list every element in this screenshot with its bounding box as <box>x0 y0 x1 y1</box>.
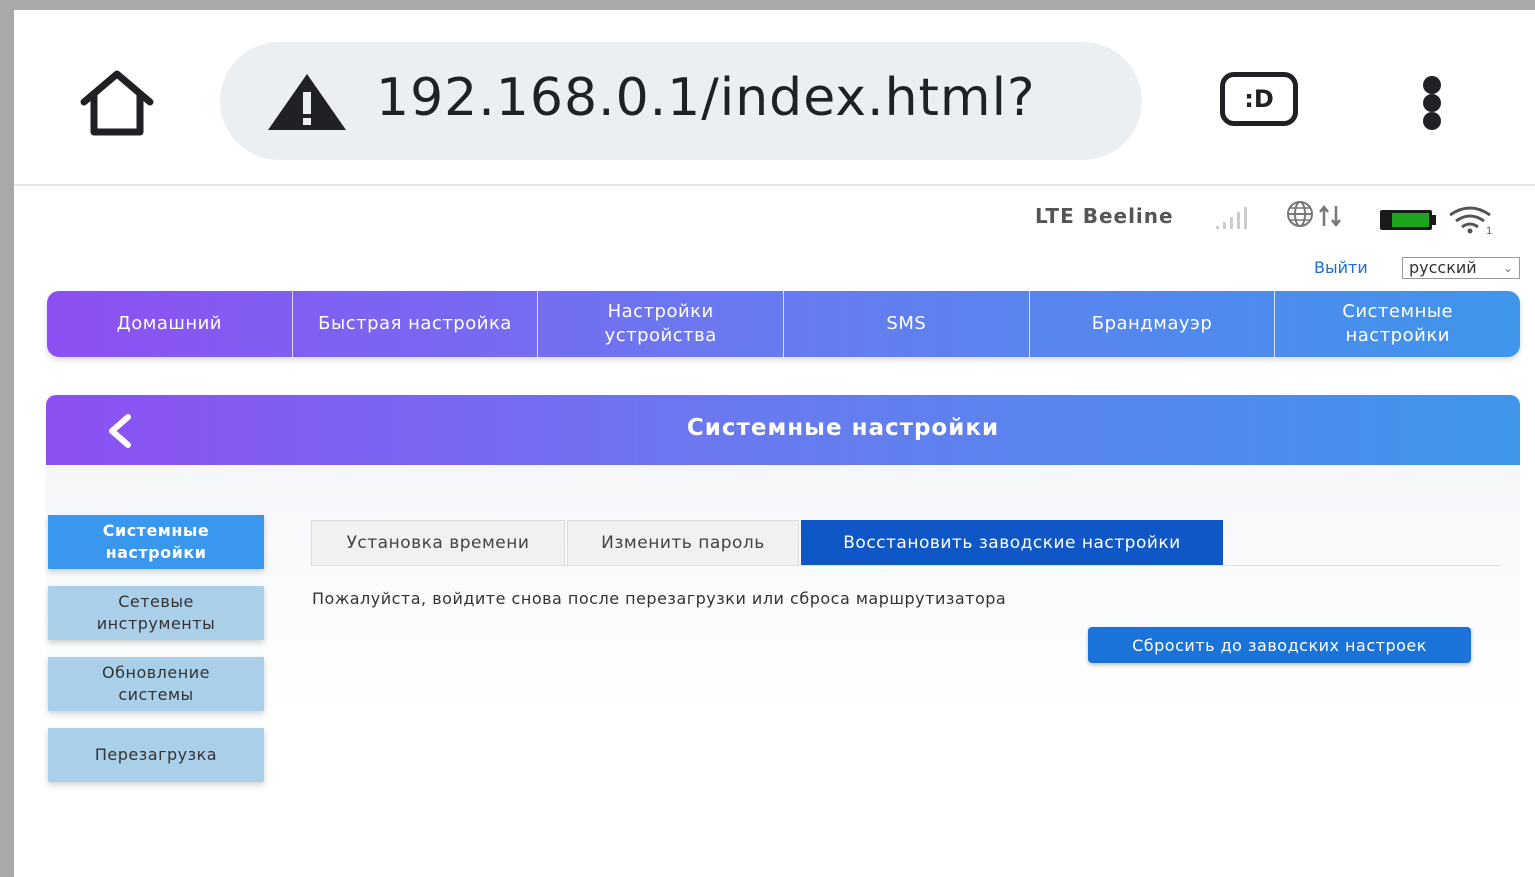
tab-switcher-button[interactable]: :D <box>1220 72 1298 126</box>
language-select-value: русский <box>1409 258 1477 277</box>
nav-item-label: Домашний <box>116 313 222 334</box>
globe-data-icon <box>1284 200 1354 230</box>
nav-item-sms[interactable]: SMS <box>784 291 1030 357</box>
sidebar-item-system-settings[interactable]: Системные настройки <box>48 515 264 569</box>
main-nav: Домашний Быстрая настройка Настройки уст… <box>47 291 1520 357</box>
sidebar-item-label: Системные настройки <box>102 521 210 562</box>
sidebar-item-reboot[interactable]: Перезагрузка <box>48 728 264 782</box>
network-status: LTE Beeline <box>1035 204 1174 228</box>
nav-item-system-settings[interactable]: Системные настройки <box>1275 291 1520 357</box>
signal-bars-icon <box>1214 204 1256 230</box>
chevron-down-icon: ⌄ <box>1502 261 1513 275</box>
warning-triangle-icon[interactable] <box>266 72 348 132</box>
kebab-menu-icon[interactable] <box>1414 72 1450 132</box>
nav-item-label: Настройки устройства <box>604 301 717 346</box>
tab-label: Изменить пароль <box>601 533 765 553</box>
wifi-icon: 1 <box>1446 204 1498 237</box>
address-bar[interactable]: 192.168.0.1/index.html? <box>220 42 1142 160</box>
window-frame-left <box>0 0 14 877</box>
battery-icon <box>1378 208 1438 232</box>
factory-reset-button[interactable]: Сбросить до заводских настроек <box>1088 627 1471 663</box>
nav-item-firewall[interactable]: Брандмауэр <box>1030 291 1276 357</box>
language-select[interactable]: русский ⌄ <box>1402 257 1520 279</box>
tab-change-password[interactable]: Изменить пароль <box>567 520 799 566</box>
nav-item-device-settings[interactable]: Настройки устройства <box>538 291 785 357</box>
logout-link[interactable]: Выйти <box>1314 258 1368 277</box>
url-text[interactable]: 192.168.0.1/index.html? <box>376 68 1036 128</box>
tab-divider <box>311 565 1501 566</box>
nav-item-home[interactable]: Домашний <box>47 291 293 357</box>
page-title: Системные настройки <box>686 415 1000 441</box>
sidebar-item-network-tools[interactable]: Сетевые инструменты <box>48 586 264 640</box>
sidebar-item-system-update[interactable]: Обновление системы <box>48 657 264 711</box>
page-header: Системные настройки <box>46 395 1520 465</box>
nav-item-label: Быстрая настройка <box>318 313 512 334</box>
home-icon[interactable] <box>76 68 158 140</box>
sidebar-item-label: Обновление системы <box>102 663 210 704</box>
sidebar-item-label: Перезагрузка <box>94 745 218 764</box>
wifi-client-count: 1 <box>1486 226 1492 236</box>
settings-tabs: Установка времени Изменить пароль Восста… <box>311 520 1225 566</box>
nav-item-label: Брандмауэр <box>1091 313 1213 334</box>
nav-item-quick-setup[interactable]: Быстрая настройка <box>293 291 539 357</box>
tab-time-setup[interactable]: Установка времени <box>311 520 565 566</box>
nav-item-label: Системные настройки <box>1342 301 1454 346</box>
tab-label: Восстановить заводские настройки <box>843 533 1181 553</box>
nav-item-label: SMS <box>886 313 927 334</box>
tab-label: Установка времени <box>346 533 530 553</box>
tab-factory-reset[interactable]: Восстановить заводские настройки <box>801 520 1223 566</box>
browser-toolbar: 192.168.0.1/index.html? :D <box>14 10 1535 186</box>
window-frame-top <box>0 0 1535 10</box>
reset-notice: Пожалуйста, войдите снова после перезагр… <box>312 589 1007 608</box>
sidebar-item-label: Сетевые инструменты <box>96 592 216 633</box>
